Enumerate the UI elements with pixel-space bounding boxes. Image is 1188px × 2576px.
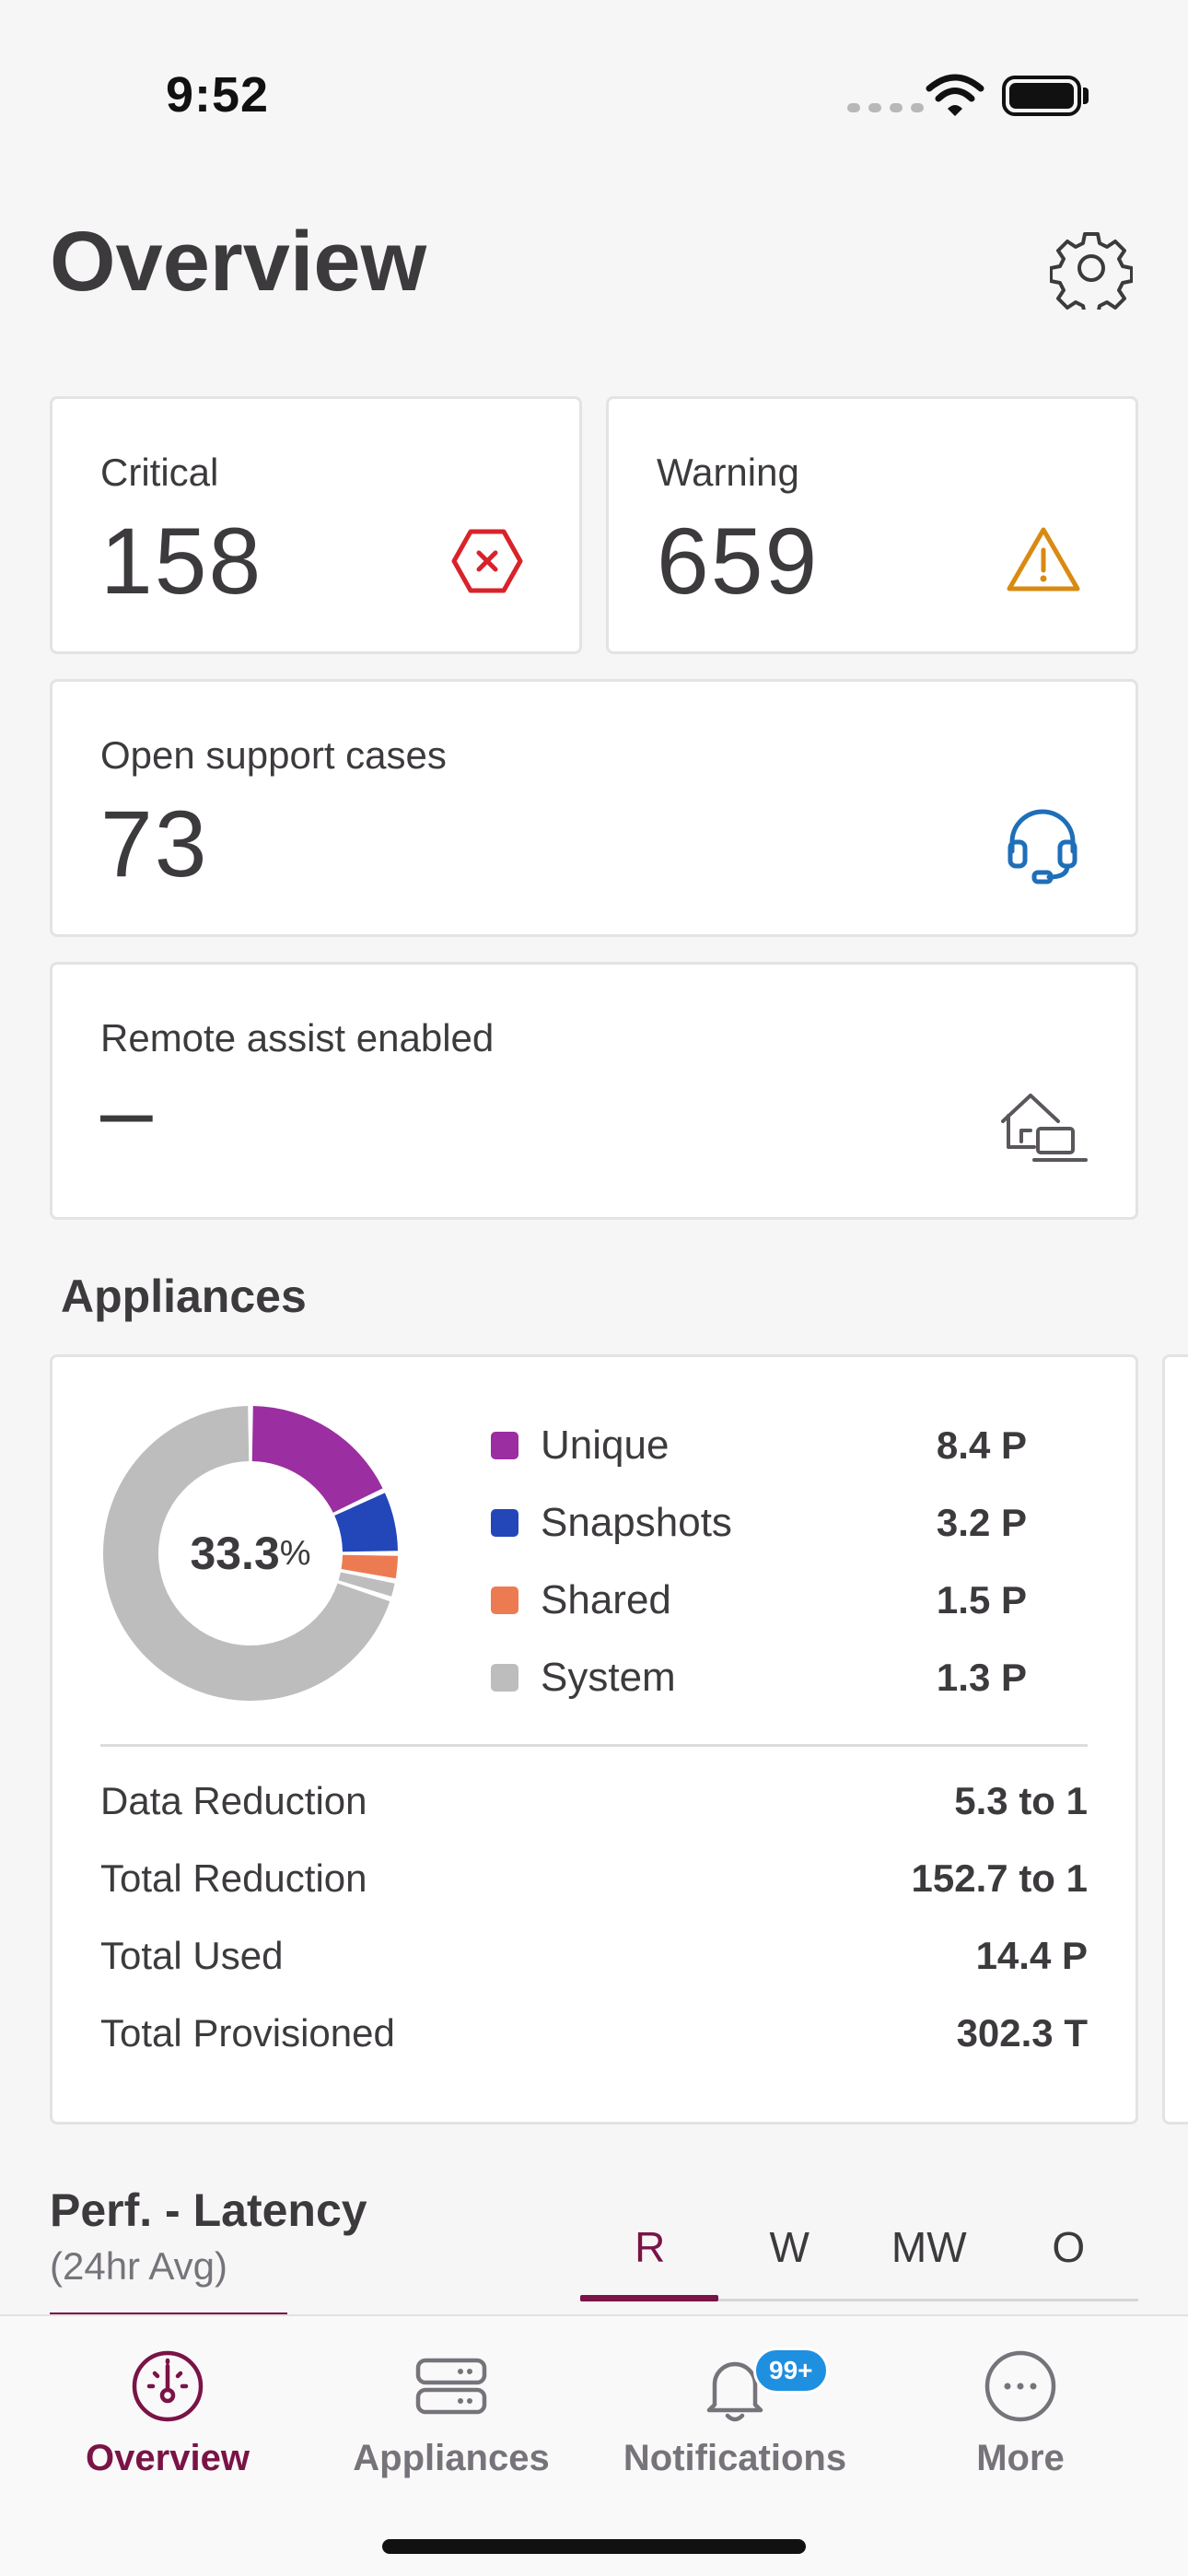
remote-assist-card[interactable]: Remote assist enabled – (50, 962, 1138, 1220)
legend-value: 3.2 P (936, 1501, 1027, 1544)
stat-label: Data Reduction (100, 1779, 367, 1822)
cellular-signal-icon (847, 103, 924, 112)
next-appliance-card-peek[interactable] (1162, 1354, 1188, 2125)
legend-value: 8.4 P (936, 1423, 1027, 1467)
legend-swatch-system (491, 1664, 518, 1692)
latency-segment-control: R W MW O (580, 2211, 1138, 2303)
stat-label: Total Provisioned (100, 2011, 395, 2055)
legend-swatch-unique (491, 1432, 518, 1459)
segment-mirror-write[interactable]: MW (859, 2211, 999, 2303)
tab-notifications[interactable]: 99+ Notifications (597, 2348, 873, 2479)
notifications-badge: 99+ (753, 2348, 829, 2394)
legend-item-system: System 1.3 P (439, 1639, 1084, 1716)
critical-count: 158 (100, 509, 263, 614)
legend-value: 1.5 P (936, 1578, 1027, 1622)
stat-value: 5.3 to 1 (954, 1779, 1088, 1822)
warning-count: 659 (657, 509, 820, 614)
legend-item-shared: Shared 1.5 P (439, 1562, 1084, 1639)
segment-active-indicator (580, 2295, 718, 2301)
more-ellipsis-icon (984, 2350, 1056, 2422)
tab-label: Notifications (623, 2438, 847, 2478)
tab-more[interactable]: More (882, 2348, 1159, 2479)
support-cases-count: 73 (100, 791, 209, 896)
stat-row-data-reduction: Data Reduction 5.3 to 1 (100, 1762, 1088, 1840)
wifi-icon (926, 74, 984, 116)
server-icon (415, 2358, 487, 2415)
tab-label: More (976, 2438, 1065, 2478)
battery-icon (1002, 76, 1081, 116)
warning-label: Warning (657, 451, 799, 494)
warning-card[interactable]: Warning 659 (606, 396, 1138, 654)
donut-center-label: 33.3% (99, 1401, 402, 1705)
perf-latency-title: Perf. - Latency (50, 2184, 367, 2236)
capacity-legend: Unique 8.4 P Snapshots 3.2 P Shared 1.5 … (439, 1407, 1084, 1716)
headset-icon (1007, 809, 1077, 884)
legend-item-snapshots: Snapshots 3.2 P (439, 1484, 1084, 1562)
critical-card[interactable]: Critical 158 (50, 396, 582, 654)
critical-label: Critical (100, 451, 219, 494)
perf-latency-subtitle: (24hr Avg) (50, 2244, 227, 2288)
segment-other[interactable]: O (999, 2211, 1139, 2303)
critical-icon (451, 529, 523, 593)
appliance-capacity-card[interactable]: 33.3% Unique 8.4 P Snapshots 3.2 P Share… (50, 1354, 1138, 2125)
segment-write[interactable]: W (720, 2211, 860, 2303)
tab-label: Appliances (353, 2438, 550, 2478)
support-cases-card[interactable]: Open support cases 73 (50, 679, 1138, 937)
remote-home-icon (1001, 1094, 1088, 1162)
card-divider (100, 1744, 1088, 1747)
tab-appliances[interactable]: Appliances (313, 2348, 589, 2479)
status-time: 9:52 (166, 67, 270, 123)
tab-overview[interactable]: Overview (29, 2348, 306, 2479)
stat-value: 14.4 P (975, 1934, 1088, 1977)
tab-bar: Overview Appliances 99+ Notifications Mo… (0, 2314, 1188, 2576)
stat-value: 302.3 T (956, 2011, 1088, 2055)
remote-assist-label: Remote assist enabled (100, 1016, 495, 1060)
battery-cap (1083, 88, 1089, 104)
donut-center-unit: % (279, 1533, 311, 1573)
donut-center-value: 33.3 (190, 1528, 280, 1579)
reduction-stats: Data Reduction 5.3 to 1 Total Reduction … (100, 1762, 1088, 2072)
stat-row-total-used: Total Used 14.4 P (100, 1917, 1088, 1995)
page-title: Overview (50, 215, 427, 309)
remote-assist-value: – (100, 1058, 155, 1163)
legend-swatch-shared (491, 1587, 518, 1614)
appliances-section-title: Appliances (61, 1270, 307, 1322)
warning-icon (1007, 527, 1080, 591)
stat-row-total-reduction: Total Reduction 152.7 to 1 (100, 1840, 1088, 1917)
support-cases-label: Open support cases (100, 733, 447, 777)
stat-label: Total Reduction (100, 1856, 367, 1900)
tab-label: Overview (86, 2438, 250, 2478)
legend-item-unique: Unique 8.4 P (439, 1407, 1084, 1484)
gear-icon[interactable] (1050, 227, 1133, 310)
legend-swatch-snapshots (491, 1509, 518, 1537)
segment-read[interactable]: R (580, 2211, 720, 2303)
dashboard-gauge-icon (132, 2350, 204, 2422)
stat-value: 152.7 to 1 (911, 1856, 1088, 1900)
stat-row-total-provisioned: Total Provisioned 302.3 T (100, 1995, 1088, 2072)
stat-label: Total Used (100, 1934, 284, 1977)
home-indicator (382, 2539, 806, 2554)
legend-value: 1.3 P (936, 1656, 1027, 1699)
